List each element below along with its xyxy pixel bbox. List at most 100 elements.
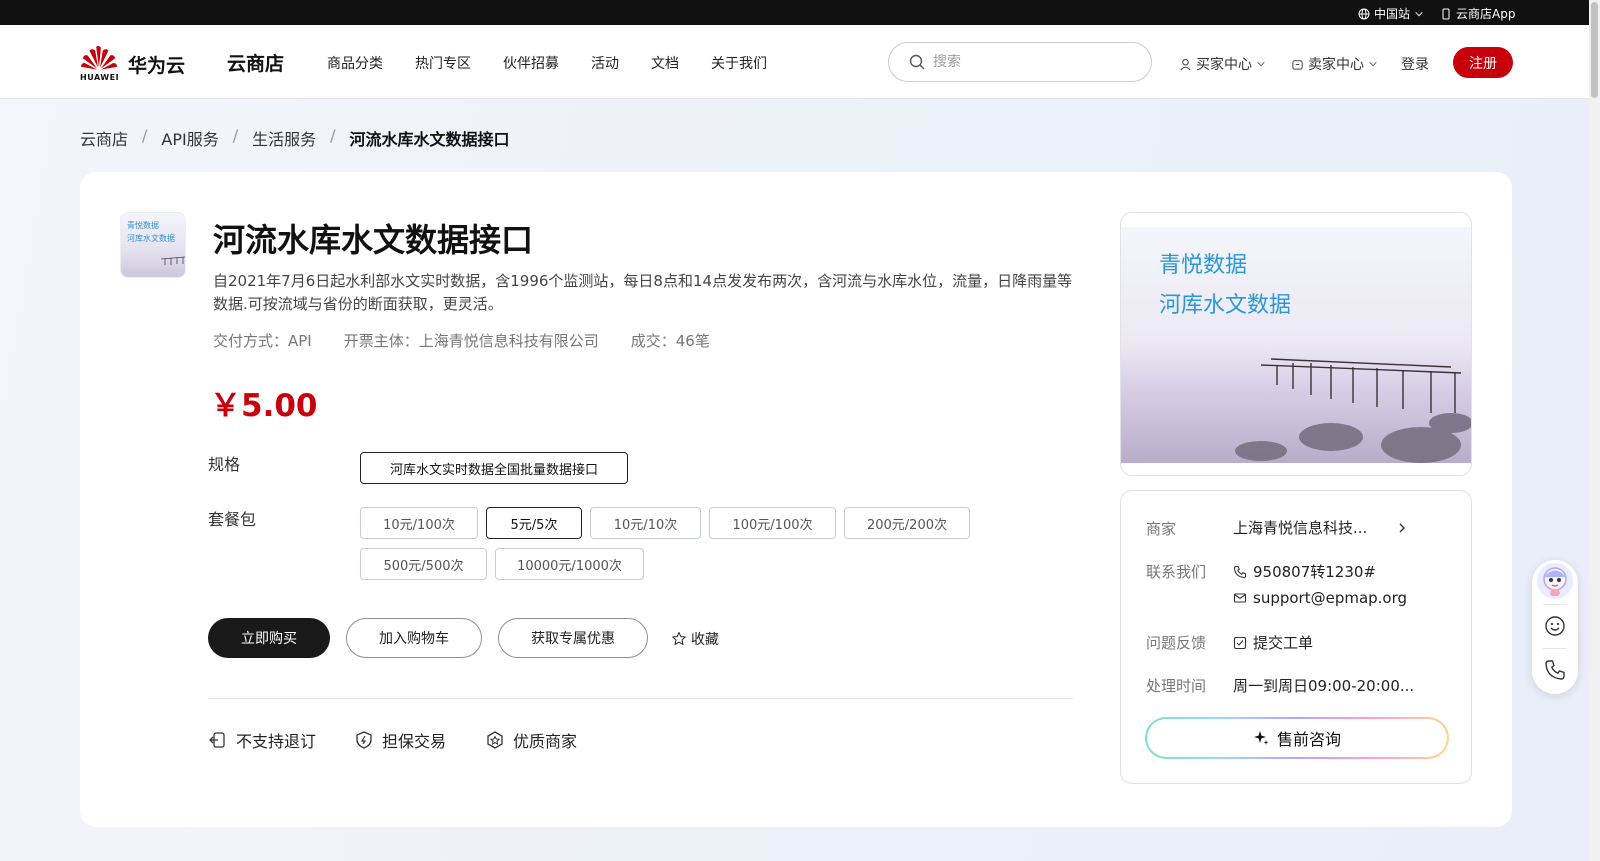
nav-item-about[interactable]: 关于我们 bbox=[711, 53, 767, 73]
login-link[interactable]: 登录 bbox=[1401, 54, 1429, 74]
region-selector[interactable]: 中国站 bbox=[1358, 5, 1424, 22]
toolbar-separator bbox=[1543, 604, 1567, 605]
contact-email[interactable]: support@epmap.org bbox=[1233, 589, 1407, 607]
add-to-cart-button[interactable]: 加入购物车 bbox=[346, 618, 482, 658]
chevron-right-icon bbox=[1399, 523, 1406, 532]
delivery-method: 交付方式：API bbox=[213, 332, 312, 350]
star-icon bbox=[672, 631, 686, 646]
spec-option[interactable]: 河库水文实时数据全国批量数据接口 bbox=[360, 452, 628, 484]
nav-item-partners[interactable]: 伙伴招募 bbox=[503, 53, 559, 73]
product-card: 青悦数据 河库水文数据 河流水库水文数据接口 自2021年7月6日起水利部水文实… bbox=[80, 172, 1512, 827]
package-option[interactable]: 500元/500次 bbox=[360, 548, 487, 580]
register-button[interactable]: 注册 bbox=[1453, 47, 1513, 78]
buyer-center-menu[interactable]: 买家中心 bbox=[1179, 54, 1266, 74]
mobile-icon bbox=[1442, 8, 1450, 19]
store-title[interactable]: 云商店 bbox=[227, 49, 284, 76]
package-label: 套餐包 bbox=[208, 510, 257, 529]
assurance-no-refund: 不支持退订 bbox=[208, 728, 316, 752]
package-option[interactable]: 100元/100次 bbox=[709, 507, 836, 539]
brand-name[interactable]: 华为云 bbox=[128, 51, 185, 78]
main-nav: 商品分类 热门专区 伙伴招募 活动 文档 关于我们 bbox=[327, 53, 799, 73]
package-option[interactable]: 10000元/1000次 bbox=[495, 548, 644, 580]
breadcrumb-separator: / bbox=[232, 126, 239, 145]
preview-line-1: 青悦数据 bbox=[1159, 253, 1248, 278]
product-meta: 交付方式：API 开票主体：上海青悦信息科技有限公司 成交：46笔 bbox=[213, 330, 742, 351]
spec-label: 规格 bbox=[208, 455, 241, 474]
section-divider bbox=[208, 698, 1073, 699]
product-title: 河流水库水文数据接口 bbox=[213, 221, 534, 259]
breadcrumb-item-api[interactable]: API服务 bbox=[161, 126, 218, 150]
breadcrumb-item-store[interactable]: 云商店 bbox=[80, 126, 128, 150]
nav-item-categories[interactable]: 商品分类 bbox=[327, 53, 383, 73]
seller-center-menu[interactable]: 卖家中心 bbox=[1291, 54, 1378, 74]
search-box[interactable] bbox=[888, 42, 1152, 82]
product-thumbnail[interactable]: 青悦数据 河库水文数据 bbox=[120, 212, 186, 278]
assurance-quality-merchant: 优质商家 bbox=[485, 728, 577, 752]
breadcrumb-separator: / bbox=[330, 126, 336, 145]
huawei-wordmark: HUAWEI bbox=[80, 73, 120, 82]
package-option[interactable]: 200元/200次 bbox=[844, 507, 970, 539]
nav-item-events[interactable]: 活动 bbox=[591, 53, 619, 73]
page-scrollbar[interactable] bbox=[1589, 0, 1600, 861]
assurance-label: 不支持退订 bbox=[236, 732, 317, 751]
favorite-label: 收藏 bbox=[691, 632, 719, 648]
preview-line-2: 河库水文数据 bbox=[1159, 293, 1292, 318]
get-discount-button[interactable]: 获取专属优惠 bbox=[498, 618, 648, 658]
toolbar-separator bbox=[1543, 648, 1567, 649]
chevron-down-icon bbox=[1257, 61, 1265, 67]
contact-phone[interactable]: 950807转1230# bbox=[1233, 561, 1376, 582]
assistant-avatar-icon[interactable] bbox=[1536, 562, 1574, 600]
return-icon bbox=[209, 732, 225, 748]
assurance-guaranteed: 担保交易 bbox=[354, 728, 446, 752]
nav-item-docs[interactable]: 文档 bbox=[651, 53, 679, 73]
nav-item-hot[interactable]: 热门专区 bbox=[415, 53, 471, 73]
app-label: 云商店App bbox=[1456, 7, 1516, 21]
hours-key: 处理时间 bbox=[1146, 677, 1207, 695]
search-input[interactable] bbox=[933, 54, 1133, 70]
buyer-center-label: 买家中心 bbox=[1196, 57, 1252, 73]
buy-now-button[interactable]: 立即购买 bbox=[208, 618, 330, 658]
phone-icon bbox=[1233, 565, 1247, 578]
breadcrumb-item-life[interactable]: 生活服务 bbox=[252, 126, 316, 150]
product-price: ￥5.00 bbox=[210, 388, 318, 424]
user-icon bbox=[1180, 58, 1191, 70]
merchant-key: 商家 bbox=[1146, 520, 1177, 538]
package-option-selected[interactable]: 5元/5次 bbox=[486, 507, 582, 539]
merchant-name: 上海青悦信息科技... bbox=[1233, 519, 1368, 537]
floating-toolbar bbox=[1532, 560, 1578, 694]
favorite-button[interactable]: 收藏 bbox=[671, 629, 719, 649]
contact-key: 联系我们 bbox=[1146, 563, 1207, 581]
invoice-entity: 开票主体：上海青悦信息科技有限公司 bbox=[343, 332, 599, 350]
search-icon bbox=[909, 54, 925, 70]
seller-center-label: 卖家中心 bbox=[1308, 57, 1364, 73]
phone-icon[interactable] bbox=[1543, 658, 1567, 682]
shield-icon bbox=[356, 731, 372, 749]
assurance-label: 担保交易 bbox=[382, 732, 447, 751]
product-preview-panel[interactable]: 青悦数据 河库水文数据 bbox=[1120, 212, 1472, 476]
smile-icon[interactable] bbox=[1543, 614, 1567, 638]
consult-label: 售前咨询 bbox=[1276, 730, 1341, 749]
consult-button-inner: 售前咨询 bbox=[1147, 719, 1447, 757]
breadcrumb-separator: / bbox=[142, 126, 148, 145]
contact-email-value: support@epmap.org bbox=[1253, 589, 1408, 607]
package-option[interactable]: 10元/100次 bbox=[360, 507, 478, 539]
service-hours: 周一到周日09:00-20:00... bbox=[1233, 677, 1415, 695]
site-header: HUAWEI 华为云 云商店 商品分类 热门专区 伙伴招募 活动 文档 关于我们… bbox=[0, 25, 1600, 99]
ticket-edit-icon bbox=[1233, 636, 1247, 649]
chevron-down-icon bbox=[1369, 61, 1377, 67]
feedback-key: 问题反馈 bbox=[1146, 634, 1207, 652]
assurance-label: 优质商家 bbox=[513, 732, 578, 751]
package-option[interactable]: 10元/10次 bbox=[590, 507, 701, 539]
app-download-link[interactable]: 云商店App bbox=[1440, 5, 1515, 22]
badge-icon bbox=[487, 731, 503, 749]
mail-icon bbox=[1233, 593, 1247, 603]
pier-illustration bbox=[160, 256, 185, 265]
seller-info-panel: 商家 上海青悦信息科技... 联系我们 950807转1230# support… bbox=[1120, 490, 1472, 784]
merchant-link[interactable]: 上海青悦信息科技... bbox=[1233, 517, 1409, 538]
store-icon bbox=[1292, 59, 1303, 70]
scrollbar-thumb[interactable] bbox=[1591, 2, 1598, 98]
breadcrumb-current: 河流水库水文数据接口 bbox=[349, 130, 510, 149]
submit-ticket-link[interactable]: 提交工单 bbox=[1233, 632, 1313, 653]
globe-icon bbox=[1358, 8, 1370, 19]
presale-consult-button[interactable]: 售前咨询 bbox=[1145, 717, 1449, 759]
